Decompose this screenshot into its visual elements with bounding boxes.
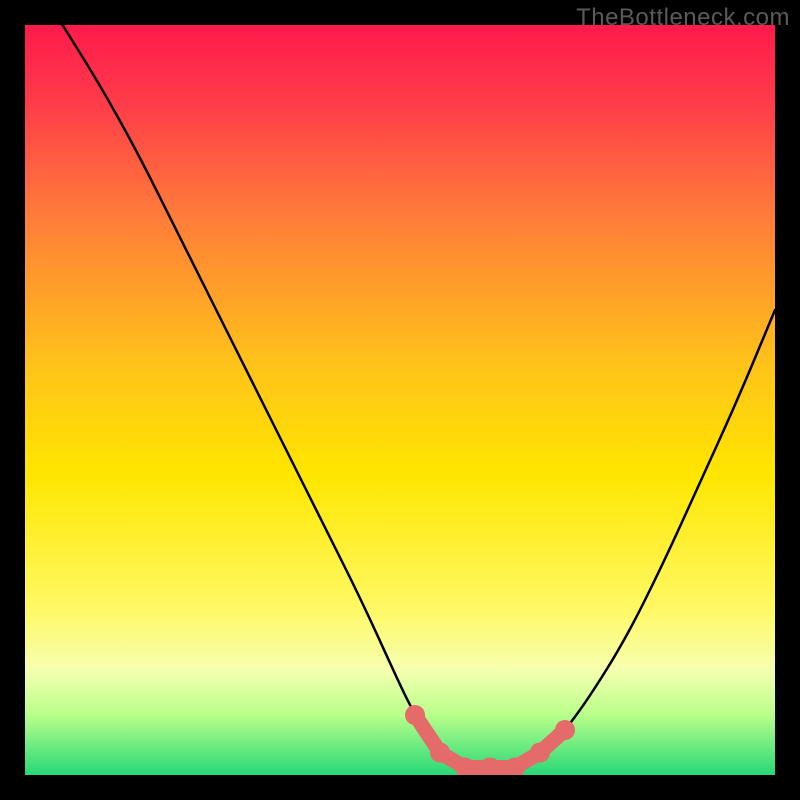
watermark-text: TheBottleneck.com [576, 4, 790, 32]
plot-area [25, 25, 775, 775]
optimal-marker [555, 720, 575, 740]
optimal-marker [405, 705, 425, 725]
optimal-marker [430, 743, 450, 763]
bottleneck-chart [25, 25, 775, 775]
gradient-background [25, 25, 775, 775]
chart-container: TheBottleneck.com [0, 0, 800, 800]
optimal-marker [530, 743, 550, 763]
